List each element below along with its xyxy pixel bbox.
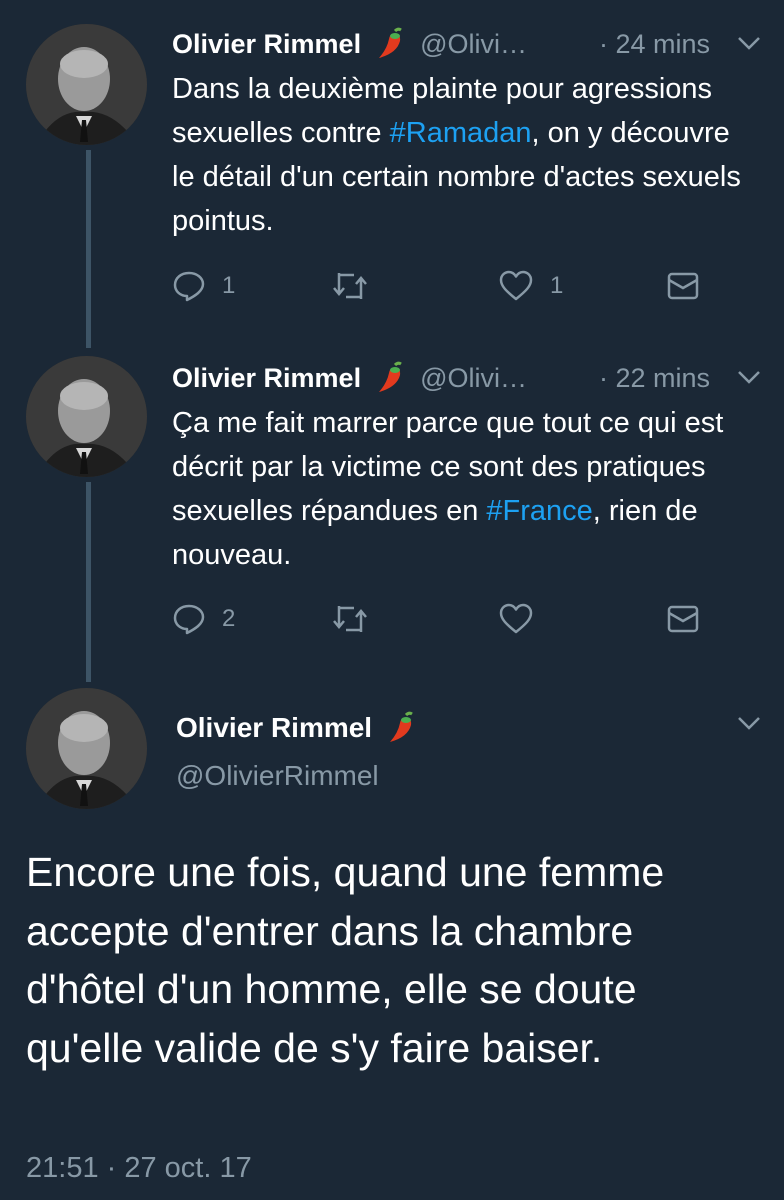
reply-icon: [173, 271, 205, 302]
chevron-down-icon[interactable]: [736, 32, 762, 54]
envelope-icon: [667, 605, 699, 633]
direct-message-button[interactable]: [666, 266, 700, 306]
thread-line: [86, 150, 91, 348]
reply-count: 1: [222, 272, 236, 299]
retweet-button[interactable]: [332, 266, 384, 306]
tweet-time[interactable]: · 24 mins: [599, 22, 710, 66]
heart-icon: [499, 603, 533, 634]
author-name-row: Olivier Rimmel: [176, 708, 416, 748]
pepper-icon: [378, 27, 402, 58]
thread-line: [86, 482, 91, 682]
tweet-timestamp[interactable]: 21:51 · 27 oct. 17: [26, 1148, 252, 1188]
like-button[interactable]: 1: [498, 266, 563, 306]
reply-button[interactable]: 1: [172, 266, 235, 306]
pepper-icon: [389, 711, 413, 742]
retweet-button[interactable]: [332, 599, 384, 639]
author-name[interactable]: Olivier Rimmel: [176, 712, 372, 743]
reply-button[interactable]: 2: [172, 599, 235, 639]
tweet-time[interactable]: · 22 mins: [599, 356, 710, 400]
tweet-header: Olivier Rimmel @Olivi… · 24 mins: [172, 22, 762, 66]
reply-icon: [173, 604, 205, 635]
chevron-down-icon[interactable]: [736, 366, 762, 388]
avatar[interactable]: [26, 688, 147, 809]
avatar[interactable]: [26, 24, 147, 145]
reply-count: 2: [222, 605, 236, 632]
tweet-text: Dans la deuxième plainte pour agressions…: [172, 67, 760, 243]
chevron-down-icon[interactable]: [736, 712, 762, 734]
tweet-header: Olivier Rimmel @Olivi… · 22 mins: [172, 356, 762, 400]
heart-icon: [499, 270, 533, 301]
main-tweet-text: Encore une fois, quand une femme accepte…: [26, 849, 665, 1071]
tweet-actions: 2: [172, 599, 732, 639]
retweet-icon: [333, 606, 367, 632]
like-button[interactable]: [498, 599, 550, 639]
author-handle[interactable]: @Olivi…: [420, 29, 527, 59]
hashtag-link[interactable]: #Ramadan: [390, 117, 532, 149]
author-name[interactable]: Olivier Rimmel: [172, 29, 361, 59]
hashtag-link[interactable]: #France: [486, 495, 592, 527]
author-name[interactable]: Olivier Rimmel: [172, 363, 361, 393]
author-handle[interactable]: @OlivierRimmel: [176, 756, 379, 796]
pepper-icon: [378, 361, 402, 392]
tweet-actions: 1 1: [172, 266, 732, 306]
retweet-icon: [333, 273, 367, 299]
direct-message-button[interactable]: [666, 599, 700, 639]
envelope-icon: [667, 272, 699, 300]
tweet-text: Ça me fait marrer parce que tout ce qui …: [172, 401, 760, 577]
avatar[interactable]: [26, 356, 147, 477]
author-handle[interactable]: @Olivi…: [420, 363, 527, 393]
like-count: 1: [550, 272, 564, 299]
